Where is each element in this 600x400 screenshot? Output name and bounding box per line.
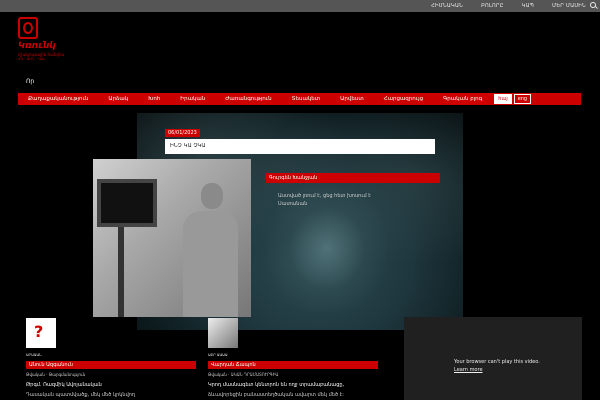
logo-name: Կռունկ [18,41,56,51]
top-link-all[interactable]: ԲՈԼՈՐԸ [481,3,504,9]
video-error-message: Your browser can't play this video. [454,359,540,365]
nav-item-viewpoint[interactable]: Տեսակետ [282,96,331,102]
card-excerpt: ձևավորեցին բանաստեղծական ավարտ մեկ մեծ է… [208,392,344,398]
lang-button-hy[interactable]: հայ [494,94,512,104]
portrait-person [163,181,238,317]
card-subtitle: Թվական · Թարգմանություն [26,372,86,377]
top-link-about[interactable]: ՄԵՐ ՄԱՍԻՆ [552,3,586,9]
portrait-stand [118,227,124,317]
nav-item-art[interactable]: Արվեստ [330,96,374,102]
top-bar: ՀԻՄՆԱԿԱՆ ԲՈԼՈՐԸ ԿԱՊ ՄԵՐ ՄԱՍԻՆ [0,0,600,12]
logo-mark-icon [18,17,38,39]
card-thumbnail[interactable]: ? [26,318,56,348]
logo-year: ՀՄ · ԱՄՆ · ԿԱՆ [18,57,46,61]
card-author[interactable]: Անուն Ազգանուն [26,361,196,369]
card-meta: ԱՐԱԱԱՆ [26,353,42,357]
nav-item-prose[interactable]: Արձակ [98,96,138,102]
video-player[interactable]: Your browser can't play this video. Lear… [404,317,582,400]
hero-author[interactable]: Գուրգեն Խանջյան [266,173,440,183]
card-subtitle: Թվական · ԱԿԱՆ ԴՐԱՄԱՏՈՒՐԳԻԱ [208,372,279,377]
card-author[interactable]: Վարդան Ճապոն [208,361,378,369]
card-excerpt: Դասական պատմվածք, մեկ մեծ կրկնվող [26,392,136,398]
search-label[interactable]: Որ [26,78,34,85]
author-portrait[interactable] [93,159,251,317]
card-title[interactable]: Կրոդ մասնագետ կենտրոն են ողջ տրամաբանացը… [208,382,344,388]
learn-more-link[interactable]: Learn more [454,367,483,373]
question-icon: ? [34,322,44,341]
hero-text: Աստված լռում է, ցեց հետ խոսում է Սատանան [278,193,371,207]
site-logo[interactable]: Կռունկ մշակութային հանդես ՀՄ · ԱՄՆ · ԿԱՆ [18,17,78,61]
lang-button-en[interactable]: eng [513,94,532,104]
card-title[interactable]: Թրգմ. Ռազմիկ Ավոյանական [26,382,102,388]
nav-item-blog[interactable]: Գրական բլոգ [433,96,492,102]
nav-item-real[interactable]: Իրական [170,96,215,102]
top-link-home[interactable]: ՀԻՄՆԱԿԱՆ [431,3,463,9]
card-meta: ԱԲՐ ԱԱԱԱ [208,353,228,357]
top-link-contact[interactable]: ԿԱՊ [522,3,534,9]
main-nav: Քաղաքականություն Արձակ Խոհ Իրական Ժառանգ… [18,93,581,105]
hero-date: 06/01/2023 [165,129,200,137]
nav-item-interview[interactable]: Հարցազրույց [374,96,433,102]
search-icon[interactable] [590,2,596,8]
top-links: ՀԻՄՆԱԿԱՆ ԲՈԼՈՐԸ ԿԱՊ ՄԵՐ ՄԱՍԻՆ [431,0,586,12]
nav-item-heritage[interactable]: Ժառանգություն [215,96,281,102]
hero-title[interactable]: ԻՆՉ ԿԱ ՉԿԱ [165,139,435,154]
card-thumbnail[interactable] [208,318,238,348]
portrait-frame [97,179,157,227]
nav-item-politics[interactable]: Քաղաքականություն [18,96,98,102]
nav-item-thought[interactable]: Խոհ [138,96,170,102]
